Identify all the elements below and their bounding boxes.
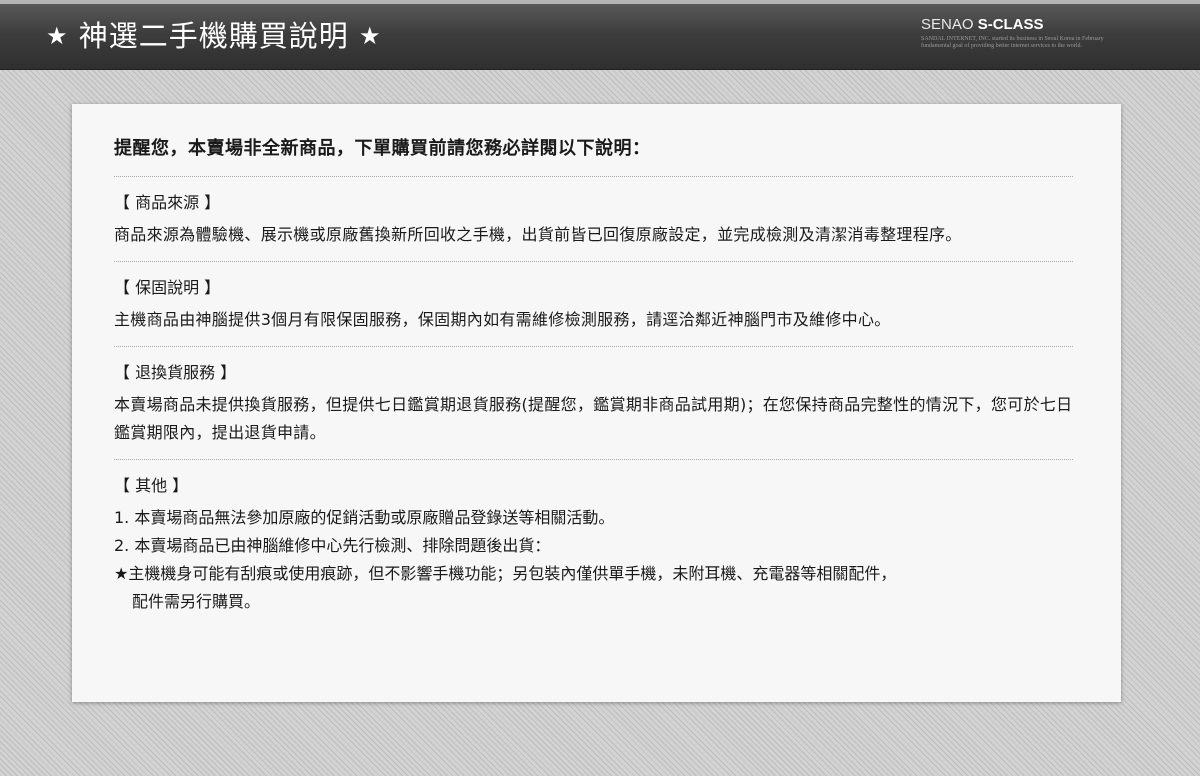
page-header: ★ 神選二手機購買說明 ★ SENAO S-CLASS SANDAL INTER…	[0, 4, 1200, 70]
section-returns: 【 退換貨服務 】 本賣場商品未提供換貨服務，但提供七日鑑賞期退貨服務(提醒您，…	[114, 347, 1073, 460]
section-body: 商品來源為體驗機、展示機或原廠舊換新所回收之手機，出貨前皆已回復原廠設定，並完成…	[114, 225, 962, 244]
section-title: 【 保固說明 】	[114, 278, 221, 297]
list-item: ★主機機身可能有刮痕或使用痕跡，但不影響手機功能；另包裝內僅供單手機，未附耳機、…	[114, 564, 897, 583]
star-icon: ★	[46, 22, 69, 50]
section-other: 【 其他 】 1. 本賣場商品無法參加原廠的促銷活動或原廠贈品登錄送等相關活動。…	[114, 460, 1073, 628]
section-title: 【 商品來源 】	[114, 193, 221, 212]
list-item: 2. 本賣場商品已由神腦維修中心先行檢測、排除問題後出貨：	[114, 536, 551, 555]
brand-prefix: SENAO	[921, 16, 978, 33]
star-icon: ★	[358, 22, 382, 50]
brand-tagline-2: fundamental goal of providing better int…	[921, 43, 1082, 49]
brand-bold: S-CLASS	[977, 16, 1044, 33]
list-item: 配件需另行購買。	[132, 592, 261, 611]
notice-intro: 提醒您，本賣場非全新商品，下單購買前請您務必詳閱以下說明：	[114, 134, 1073, 177]
section-warranty: 【 保固說明 】 主機商品由神腦提供3個月有限保固服務，保固期內如有需維修檢測服…	[114, 262, 1073, 347]
section-title: 【 其他 】	[114, 476, 189, 495]
list-item: 1. 本賣場商品無法參加原廠的促銷活動或原廠贈品登錄送等相關活動。	[114, 508, 615, 527]
section-body: 主機商品由神腦提供3個月有限保固服務，保固期內如有需維修檢測服務，請逕洽鄰近神腦…	[114, 310, 891, 329]
notice-panel: 提醒您，本賣場非全新商品，下單購買前請您務必詳閱以下說明： 【 商品來源 】 商…	[72, 104, 1121, 702]
page-title: ★ 神選二手機購買說明 ★	[46, 16, 381, 56]
section-product-source: 【 商品來源 】 商品來源為體驗機、展示機或原廠舊換新所回收之手機，出貨前皆已回…	[114, 177, 1073, 262]
section-body: 本賣場商品未提供換貨服務，但提供七日鑑賞期退貨服務(提醒您，鑑賞期非商品試用期)…	[114, 395, 1073, 442]
brand-name: SENAO S-CLASS	[921, 16, 1181, 34]
page-title-text: 神選二手機購買說明	[78, 19, 349, 53]
section-title: 【 退換貨服務 】	[114, 363, 237, 382]
brand-logo: SENAO S-CLASS SANDAL INTERNET, INC. star…	[921, 16, 1181, 50]
brand-tagline-1: SANDAL INTERNET, INC. started its busine…	[921, 36, 1104, 42]
